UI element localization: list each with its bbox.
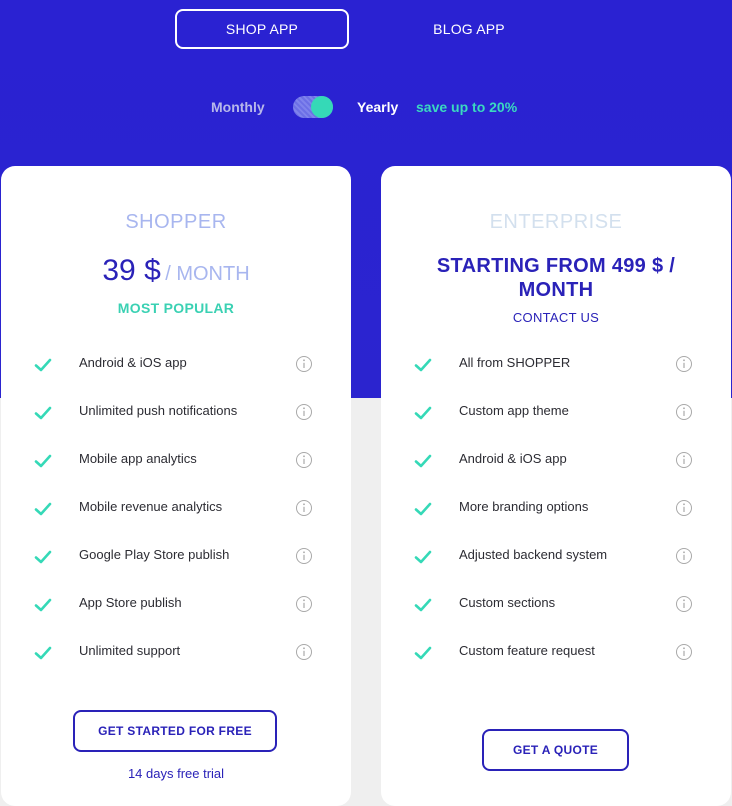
check-icon	[34, 358, 52, 372]
info-icon[interactable]	[675, 499, 693, 517]
info-icon[interactable]	[675, 451, 693, 469]
contact-us-link[interactable]: CONTACT US	[381, 310, 731, 325]
feature-item: Google Play Store publish	[1, 544, 351, 592]
info-icon[interactable]	[675, 547, 693, 565]
feature-label: Custom app theme	[459, 403, 569, 418]
check-icon	[414, 646, 432, 660]
feature-item: Android & iOS app	[381, 448, 731, 496]
feature-label: Google Play Store publish	[79, 547, 230, 562]
feature-item: Unlimited push notifications	[1, 400, 351, 448]
feature-item: Mobile revenue analytics	[1, 496, 351, 544]
feature-label: App Store publish	[79, 595, 182, 610]
feature-label: Unlimited support	[79, 643, 181, 658]
check-icon	[34, 454, 52, 468]
billing-period-toggle[interactable]	[293, 96, 333, 118]
feature-label: More branding options	[459, 499, 589, 514]
check-icon	[414, 598, 432, 612]
feature-item: Unlimited support	[1, 640, 351, 688]
plan-price: STARTING FROM 499 $ / MONTH	[436, 255, 676, 301]
feature-item: Mobile app analytics	[1, 448, 351, 496]
feature-label: Adjusted backend system	[459, 547, 608, 562]
info-icon[interactable]	[675, 355, 693, 373]
feature-label: Android & iOS app	[459, 451, 567, 466]
feature-label: Mobile revenue analytics	[79, 499, 223, 514]
feature-list: Android & iOS app Unlimited push notific…	[1, 352, 351, 688]
monthly-label[interactable]: Monthly	[211, 99, 265, 115]
check-icon	[34, 502, 52, 516]
feature-item: Adjusted backend system	[381, 544, 731, 592]
feature-label: Unlimited push notifications	[79, 403, 238, 418]
yearly-label[interactable]: Yearly	[357, 99, 398, 115]
feature-label: Custom sections	[459, 595, 556, 610]
feature-item: More branding options	[381, 496, 731, 544]
get-started-button[interactable]: GET STARTED FOR FREE	[73, 710, 277, 752]
info-icon[interactable]	[675, 403, 693, 421]
toggle-knob	[311, 96, 333, 118]
check-icon	[414, 358, 432, 372]
feature-item: Custom feature request	[381, 640, 731, 688]
check-icon	[414, 550, 432, 564]
free-trial-note: 14 days free trial	[127, 766, 225, 781]
check-icon	[34, 598, 52, 612]
feature-item: Custom sections	[381, 592, 731, 640]
info-icon[interactable]	[675, 643, 693, 661]
price-amount: 39 $	[102, 254, 161, 287]
info-icon[interactable]	[295, 595, 313, 613]
info-icon[interactable]	[295, 547, 313, 565]
check-icon	[414, 406, 432, 420]
savings-label: save up to 20%	[416, 99, 518, 115]
info-icon[interactable]	[295, 643, 313, 661]
feature-item: Android & iOS app	[1, 352, 351, 400]
info-icon[interactable]	[295, 355, 313, 373]
info-icon[interactable]	[295, 451, 313, 469]
price-period: / MONTH	[165, 263, 250, 285]
plan-card-enterprise: ENTERPRISE STARTING FROM 499 $ / MONTH C…	[381, 166, 731, 806]
tab-blog-app[interactable]: BLOG APP	[382, 9, 556, 49]
plan-price: 39 $ / MONTH	[1, 254, 351, 288]
check-icon	[34, 406, 52, 420]
feature-label: Android & iOS app	[79, 355, 187, 370]
check-icon	[414, 502, 432, 516]
feature-label: Mobile app analytics	[79, 451, 197, 466]
check-icon	[414, 454, 432, 468]
feature-item: App Store publish	[1, 592, 351, 640]
info-icon[interactable]	[295, 403, 313, 421]
billing-toggle-row: Monthly Yearly save up to 20%	[0, 96, 732, 120]
check-icon	[34, 646, 52, 660]
feature-list: All from SHOPPER Custom app theme Androi…	[381, 352, 731, 688]
info-icon[interactable]	[675, 595, 693, 613]
plan-card-shopper: SHOPPER 39 $ / MONTH MOST POPULAR Androi…	[1, 166, 351, 806]
feature-item: All from SHOPPER	[381, 352, 731, 400]
info-icon[interactable]	[295, 499, 313, 517]
feature-label: Custom feature request	[459, 643, 595, 658]
plan-name: SHOPPER	[125, 211, 227, 233]
feature-item: Custom app theme	[381, 400, 731, 448]
tab-shop-app[interactable]: SHOP APP	[175, 9, 349, 49]
plan-name: ENTERPRISE	[489, 211, 623, 233]
feature-label: All from SHOPPER	[459, 355, 571, 370]
check-icon	[34, 550, 52, 564]
get-a-quote-button[interactable]: GET A QUOTE	[482, 729, 629, 771]
most-popular-badge: MOST POPULAR	[117, 300, 235, 316]
